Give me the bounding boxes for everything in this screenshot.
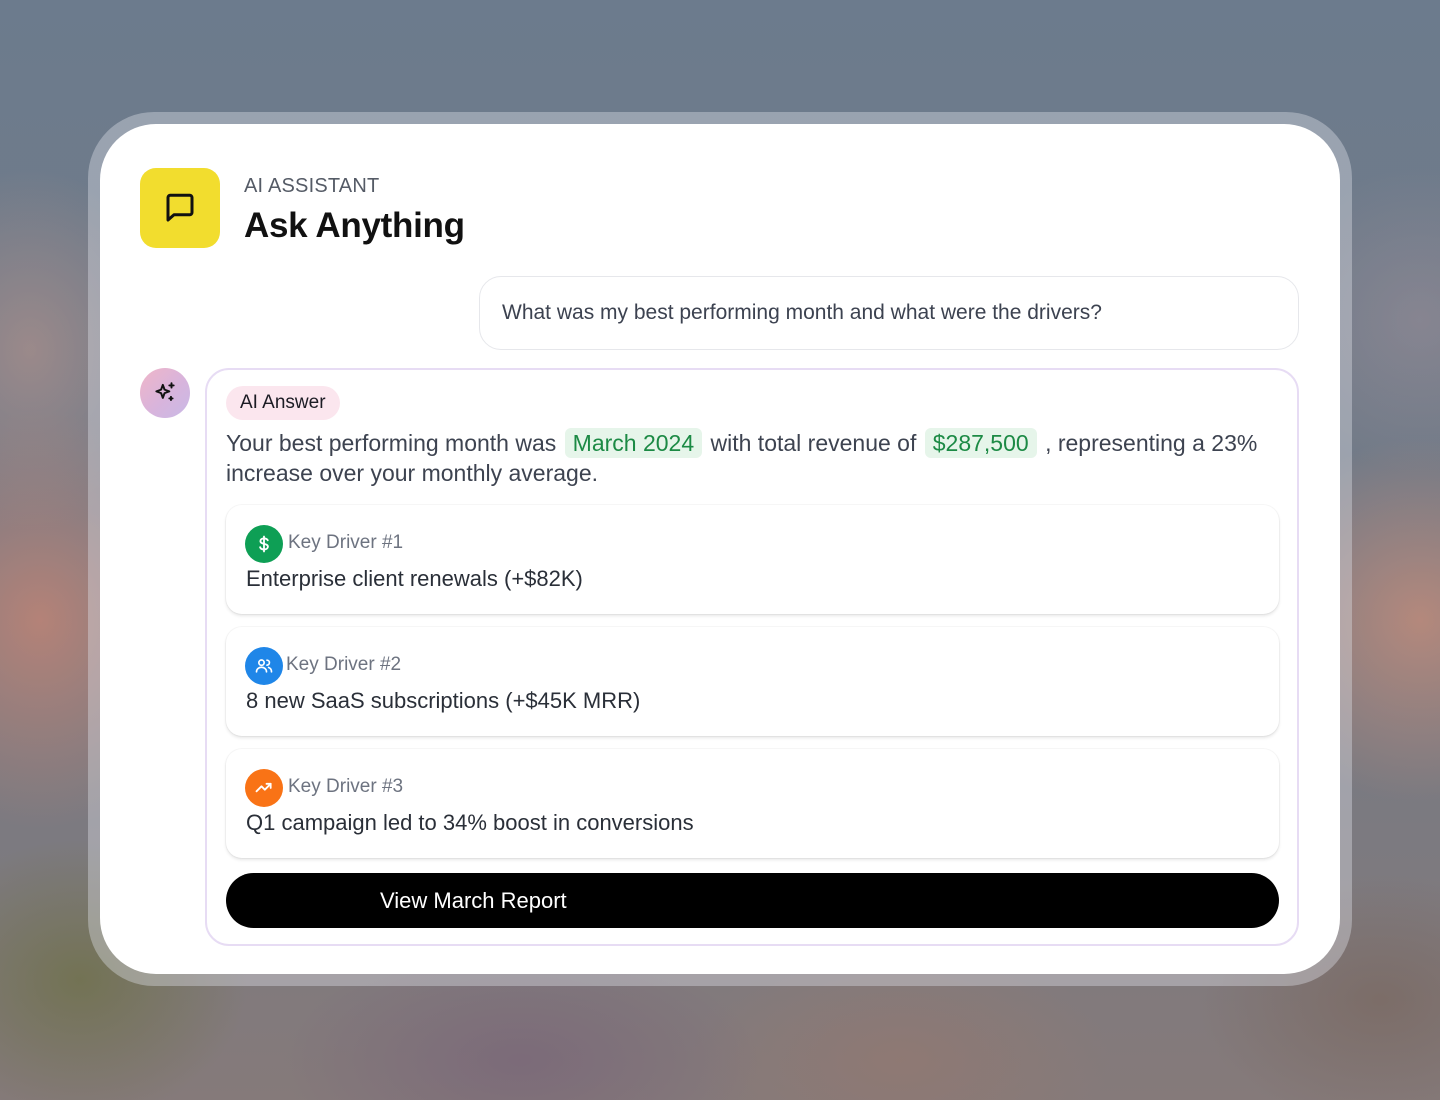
dollar-icon: [259, 535, 269, 553]
highlight-revenue: $287,500: [924, 428, 1037, 458]
key-driver-card: Key Driver #1 Enterprise client renewals…: [226, 505, 1279, 614]
key-driver-label: Key Driver #3: [288, 776, 404, 797]
highlight-month: March 2024: [564, 428, 703, 458]
sparkles-icon: [155, 382, 175, 402]
summary-text: with total revenue of: [710, 430, 917, 456]
users-icon: [255, 659, 273, 673]
header-eyebrow: AI ASSISTANT: [244, 175, 380, 197]
driver-icon-badge: [245, 769, 283, 807]
key-driver-text: Enterprise client renewals (+$82K): [246, 566, 583, 591]
driver-icon-badge: [245, 525, 283, 563]
ai-answer-tag: AI Answer: [226, 386, 340, 420]
key-driver-card: Key Driver #3 Q1 campaign led to 34% boo…: [226, 749, 1279, 858]
key-driver-label: Key Driver #2: [286, 654, 402, 675]
driver-icon-badge: [245, 647, 283, 685]
chat-bubble-icon: [166, 193, 194, 222]
summary-text: Your best performing month was: [226, 430, 557, 456]
user-question-bubble: What was my best performing month and wh…: [479, 276, 1299, 350]
answer-summary: Your best performing month was March 202…: [226, 428, 1276, 488]
page-title: Ask Anything: [244, 206, 465, 245]
key-driver-card: Key Driver #2 8 new SaaS subscriptions (…: [226, 627, 1279, 736]
trending-up-icon: [255, 782, 272, 793]
ai-avatar: [140, 368, 190, 418]
key-driver-text: 8 new SaaS subscriptions (+$45K MRR): [246, 688, 641, 713]
view-report-button[interactable]: View March Report: [226, 873, 1279, 928]
key-driver-label: Key Driver #1: [288, 532, 404, 553]
key-driver-text: Q1 campaign led to 34% boost in conversi…: [246, 810, 694, 835]
user-question-text: What was my best performing month and wh…: [502, 301, 1102, 324]
assistant-app-icon: [140, 168, 220, 248]
